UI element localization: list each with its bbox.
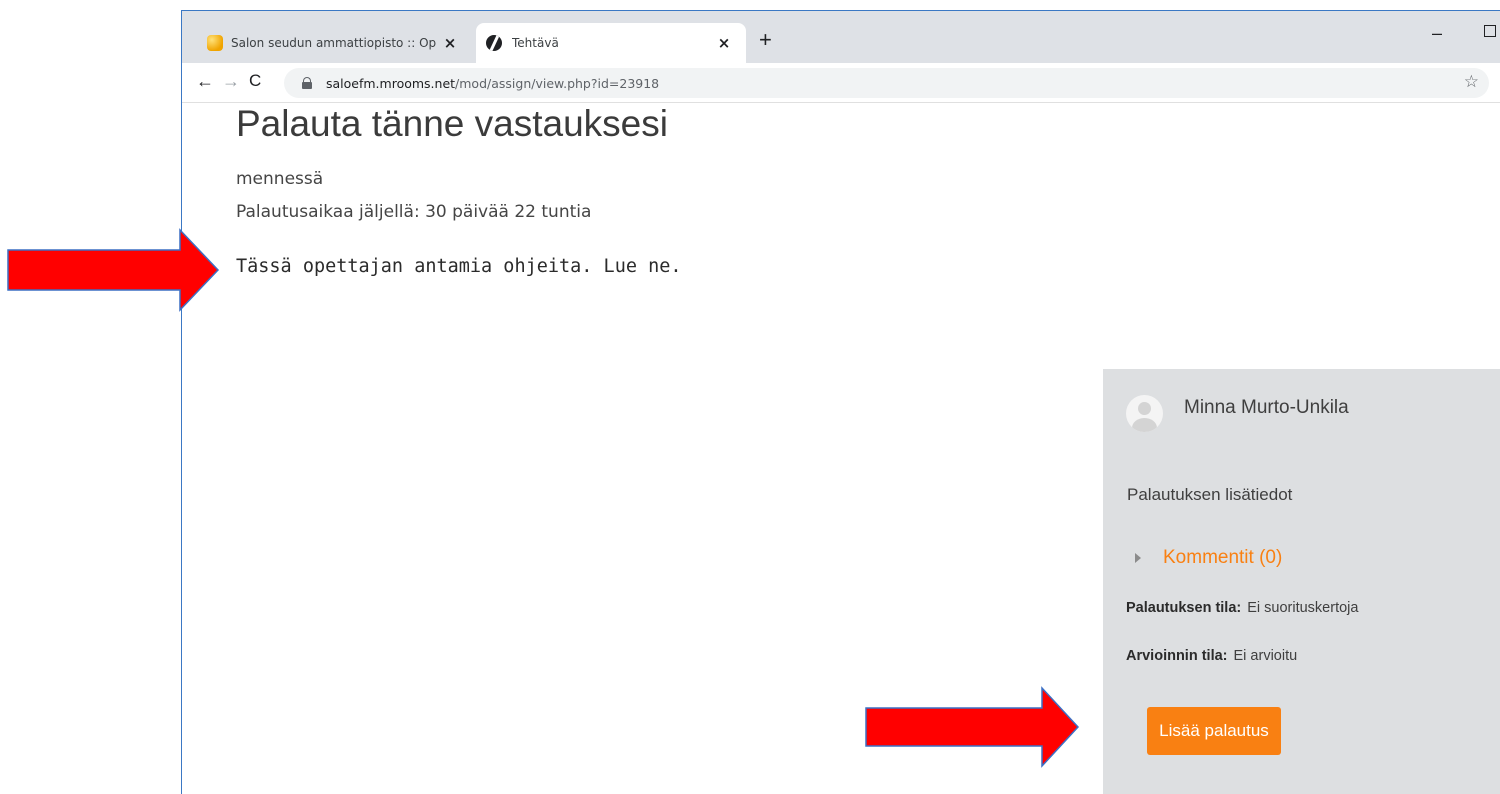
moodle-favicon-icon bbox=[207, 35, 223, 51]
grading-status-label: Arvioinnin tila: bbox=[1126, 648, 1228, 664]
lock-icon[interactable] bbox=[302, 77, 312, 89]
site-favicon-icon bbox=[486, 35, 502, 51]
submission-status-label: Palautuksen tila: bbox=[1126, 600, 1242, 616]
tab-title: Salon seudun ammattiopisto :: Op bbox=[231, 36, 437, 50]
address-bar[interactable]: saloefm.mrooms.net /mod/assign/view.php?… bbox=[284, 68, 1489, 98]
panel-subtitle: Palautuksen lisätiedot bbox=[1127, 485, 1293, 504]
tab-tehtava[interactable]: Tehtävä × bbox=[476, 23, 746, 63]
annotation-arrow-instructions bbox=[7, 228, 220, 312]
user-name[interactable]: Minna Murto-Unkila bbox=[1184, 397, 1349, 419]
add-submission-button[interactable]: Lisää palautus bbox=[1147, 707, 1281, 755]
submission-status: Palautuksen tila: Ei suorituskertoja bbox=[1126, 600, 1358, 616]
caret-right-icon bbox=[1135, 553, 1141, 563]
forward-icon[interactable]: → bbox=[222, 71, 240, 92]
grading-status: Arvioinnin tila: Ei arvioitu bbox=[1126, 648, 1297, 664]
time-remaining: Palautusaikaa jäljellä: 30 päivää 22 tun… bbox=[236, 202, 592, 222]
submission-panel: Minna Murto-Unkila Palautuksen lisätiedo… bbox=[1103, 369, 1500, 794]
star-icon[interactable]: ☆ bbox=[1464, 72, 1479, 92]
browser-toolbar: ← → C saloefm.mrooms.net /mod/assign/vie… bbox=[182, 63, 1500, 103]
tab-title: Tehtävä bbox=[512, 36, 559, 50]
reload-icon[interactable]: C bbox=[249, 71, 261, 91]
maximize-button[interactable] bbox=[1484, 25, 1496, 37]
close-tab-icon[interactable]: × bbox=[440, 34, 460, 52]
back-icon[interactable]: ← bbox=[196, 71, 214, 92]
comments-label[interactable]: Kommentit (0) bbox=[1163, 547, 1282, 569]
tab-strip: Salon seudun ammattiopisto :: Op × Tehtä… bbox=[182, 11, 1500, 63]
tab-salon-seudun[interactable]: Salon seudun ammattiopisto :: Op × bbox=[192, 23, 472, 63]
submission-status-value: Ei suorituskertoja bbox=[1247, 600, 1359, 616]
url-path: /mod/assign/view.php?id=23918 bbox=[455, 75, 660, 91]
page-title: Palauta tänne vastauksesi bbox=[236, 103, 668, 144]
minimize-button[interactable]: – bbox=[1432, 23, 1442, 44]
comments-toggle[interactable]: Kommentit (0) bbox=[1135, 547, 1282, 569]
annotation-arrow-button bbox=[865, 686, 1080, 768]
new-tab-button[interactable]: + bbox=[759, 27, 772, 53]
assignment-instructions: Tässä opettajan antamia ohjeita. Lue ne. bbox=[236, 256, 682, 277]
due-label: mennessä bbox=[236, 169, 324, 189]
grading-status-value: Ei arvioitu bbox=[1233, 648, 1298, 664]
avatar[interactable] bbox=[1126, 395, 1163, 432]
close-tab-icon[interactable]: × bbox=[714, 34, 734, 52]
url-domain: saloefm.mrooms.net bbox=[326, 75, 456, 91]
